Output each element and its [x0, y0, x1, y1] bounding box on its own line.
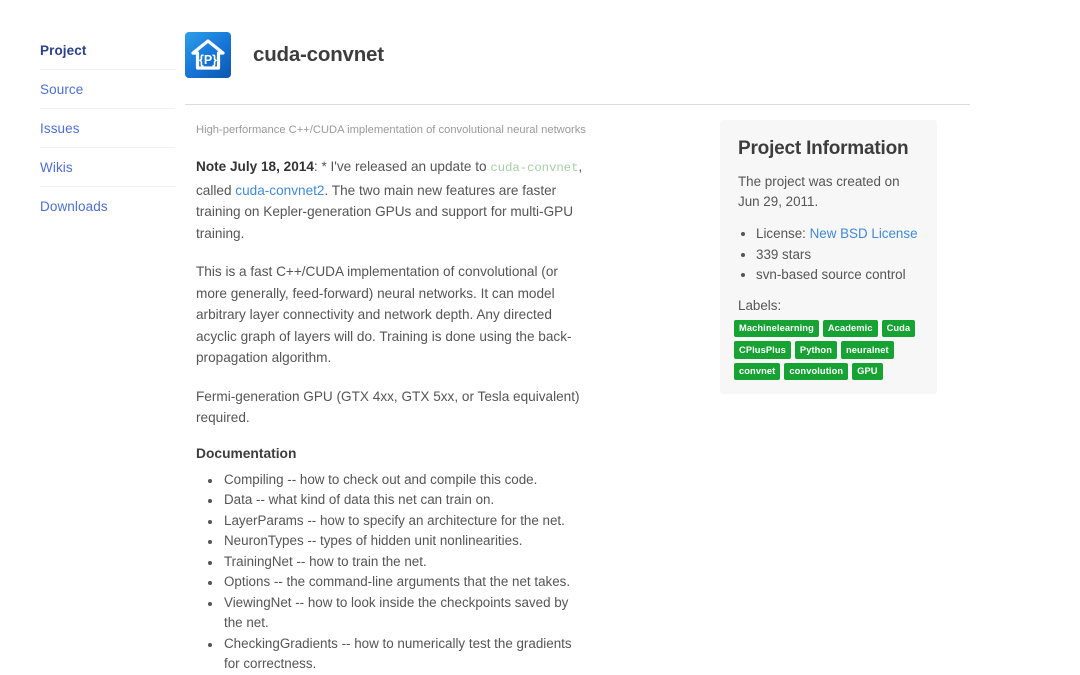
description-paragraph-2: This is a fast C++/CUDA implementation o…: [196, 264, 572, 365]
sidebar-item-issues[interactable]: Issues: [40, 120, 175, 147]
list-item: Compiling -- how to check out and compil…: [222, 470, 586, 491]
header-divider: [185, 104, 970, 105]
sidebar-item-project[interactable]: Project: [40, 42, 175, 69]
description-paragraph-3: Fermi-generation GPU (GTX 4xx, GTX 5xx, …: [196, 388, 580, 426]
labels-list: Machinelearning Academic Cuda CPlusPlus …: [720, 319, 937, 380]
nav-separator: [40, 108, 175, 109]
nav-separator: [40, 186, 175, 187]
label-chip[interactable]: Cuda: [881, 319, 916, 337]
nav-separator: [40, 147, 175, 148]
release-note-paragraph: Note July 18, 2014: * I've released an u…: [196, 156, 586, 244]
list-item-stars: 339 stars: [756, 245, 937, 266]
main-content: High-performance C++/CUDA implementation…: [196, 121, 586, 675]
note-date-prefix: Note July 18, 2014: [196, 159, 314, 174]
project-created-text: The project was created on Jun 29, 2011.: [738, 174, 900, 209]
list-item-license: License: New BSD License: [756, 224, 937, 245]
cuda-convnet2-link[interactable]: cuda-convnet2: [235, 183, 324, 198]
sidebar-item-wikis[interactable]: Wikis: [40, 159, 175, 186]
label-chip[interactable]: CPlusPlus: [734, 341, 791, 359]
documentation-list: Compiling -- how to check out and compil…: [196, 470, 586, 675]
nav-separator: [40, 69, 175, 70]
labels-heading: Labels:: [738, 297, 782, 313]
license-link[interactable]: New BSD License: [810, 226, 918, 241]
list-item: Data -- what kind of data this net can t…: [222, 490, 586, 511]
label-chip[interactable]: Machinelearning: [734, 319, 819, 337]
label-chip[interactable]: neuralnet: [841, 341, 894, 359]
note-after-prefix: : * I've released an update to: [313, 159, 491, 174]
cuda-convnet-code-link[interactable]: cuda-convnet: [490, 161, 578, 175]
project-short-description: High-performance C++/CUDA implementation…: [196, 124, 586, 136]
project-facts-list: License: New BSD License 339 stars svn-b…: [720, 224, 937, 286]
project-information-panel: Project Information The project was crea…: [720, 120, 937, 394]
label-chip[interactable]: Academic: [822, 319, 878, 337]
project-header: {P} cuda-convnet: [185, 32, 384, 78]
list-item: ViewingNet -- how to look inside the che…: [222, 593, 586, 634]
panel-title: Project Information: [738, 138, 909, 159]
sidebar-item-downloads[interactable]: Downloads: [40, 198, 175, 225]
label-chip[interactable]: Python: [794, 341, 837, 359]
documentation-heading: Documentation: [196, 445, 297, 461]
page-title: cuda-convnet: [253, 43, 384, 66]
label-chip[interactable]: convolution: [784, 362, 849, 380]
license-label: License:: [756, 226, 810, 241]
label-chip[interactable]: convnet: [734, 362, 781, 380]
list-item: Options -- the command-line arguments th…: [222, 572, 586, 593]
label-chip[interactable]: GPU: [852, 362, 883, 380]
svg-text:{P}: {P}: [199, 53, 217, 67]
list-item: NeuronTypes -- types of hidden unit nonl…: [222, 531, 586, 552]
house-icon: {P}: [185, 32, 231, 78]
list-item: CheckingGradients -- how to numerically …: [222, 634, 586, 675]
list-item-source-control: svn-based source control: [756, 265, 937, 286]
sidebar-item-source[interactable]: Source: [40, 81, 175, 108]
left-nav: Project Source Issues Wikis Downloads: [40, 42, 175, 225]
project-page: Project Source Issues Wikis Downloads {P…: [0, 0, 1080, 671]
list-item: LayerParams -- how to specify an archite…: [222, 511, 586, 532]
list-item: TrainingNet -- how to train the net.: [222, 552, 586, 573]
